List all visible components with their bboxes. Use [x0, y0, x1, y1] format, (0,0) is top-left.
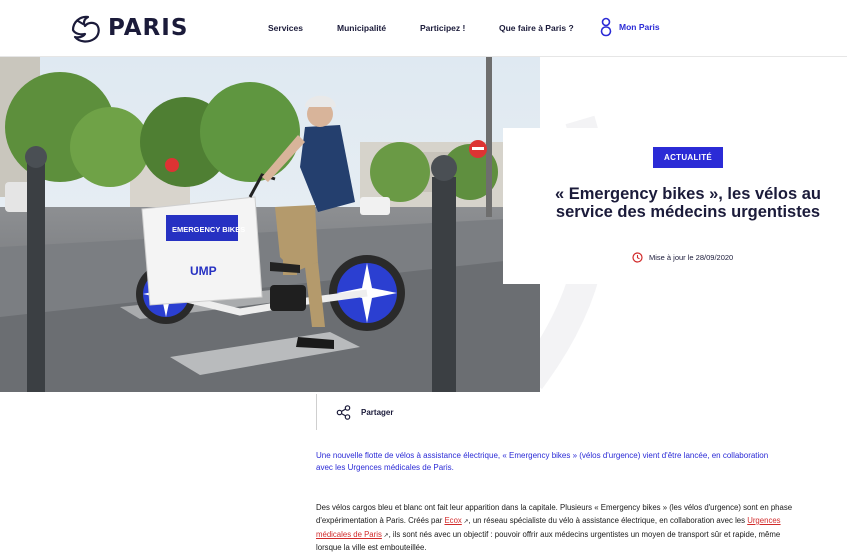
share-label: Partager: [361, 407, 394, 417]
bike-box-text: EMERGENCY BIKES: [172, 225, 245, 234]
hero-image: EMERGENCY BIKES UMP: [0, 57, 540, 392]
user-icon: [600, 17, 612, 37]
page-title: « Emergency bikes », les vélos au servic…: [555, 185, 821, 221]
nav-municipalite[interactable]: Municipalité: [337, 23, 386, 33]
body-part-2: , un réseau spécialiste du vélo à assist…: [468, 515, 748, 525]
nav-que-faire[interactable]: Que faire à Paris ?: [499, 23, 574, 33]
mon-paris-link[interactable]: Mon Paris: [600, 17, 660, 37]
paris-logo-icon: [71, 15, 100, 43]
article-header-card: ACTUALITÉ « Emergency bikes », les vélos…: [503, 128, 847, 284]
external-link-icon: ↗: [381, 532, 389, 539]
nav-services[interactable]: Services: [268, 23, 303, 33]
article-body: Des vélos cargos bleu et blanc ont fait …: [316, 502, 801, 555]
mon-paris-label: Mon Paris: [619, 22, 660, 32]
update-date: Mise à jour le 28/09/2020: [632, 252, 733, 263]
bike-logo-text: UMP: [190, 264, 217, 278]
share-icon: [336, 404, 351, 420]
clock-icon: [632, 252, 643, 263]
logo-text: PARIS: [108, 15, 189, 41]
external-link-icon: ↗: [461, 518, 469, 525]
share-button[interactable]: Partager: [316, 394, 393, 430]
nav-participez[interactable]: Participez !: [420, 23, 465, 33]
ecox-link[interactable]: Ecox: [444, 516, 461, 525]
category-badge: ACTUALITÉ: [653, 147, 724, 168]
paris-logo[interactable]: PARIS: [70, 12, 188, 44]
site-header: PARIS Services Municipalité Participez !…: [0, 0, 847, 57]
article-lead: Une nouvelle flotte de vélos à assistanc…: [316, 451, 769, 472]
update-date-text: Mise à jour le 28/09/2020: [649, 253, 734, 262]
